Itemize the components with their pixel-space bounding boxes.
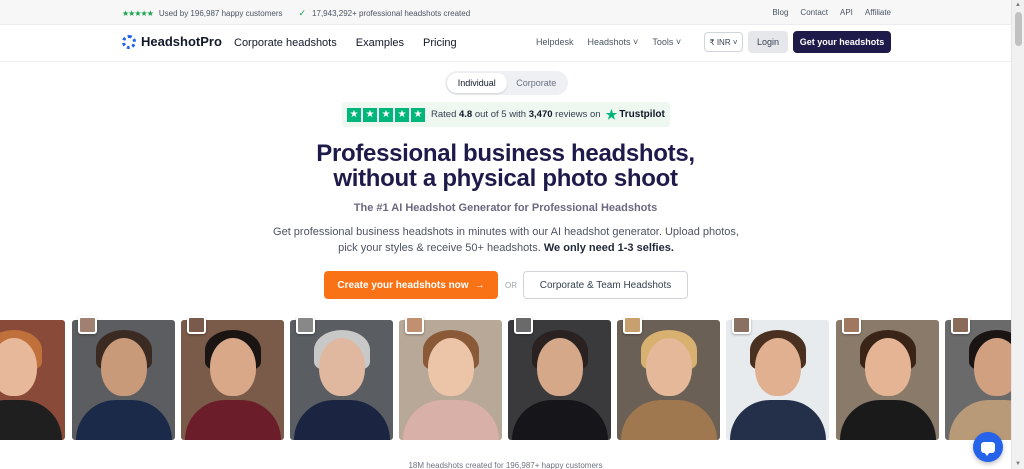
get-headshots-button[interactable]: Get your headshots xyxy=(793,31,891,53)
selfie-thumbnail xyxy=(951,316,970,334)
headshot-gallery xyxy=(0,316,1024,440)
trustpilot-rating[interactable]: ★ ★ ★ ★ ★ Rated 4.8 out of 5 with 3,470 … xyxy=(342,102,670,127)
rating-value: 4.8 xyxy=(459,109,473,120)
or-separator: OR xyxy=(505,281,517,290)
star-icon: ★ xyxy=(363,107,377,122)
title-line-2: without a physical photo shoot xyxy=(333,165,678,192)
headshot-photo xyxy=(72,320,175,440)
photo-face xyxy=(427,338,474,396)
affiliate-link[interactable]: Affiliate xyxy=(865,8,891,17)
customers-count: Used by 196,987 happy customers xyxy=(158,9,283,18)
create-headshots-button[interactable]: Create your headshots now → xyxy=(324,271,498,299)
social-proof: ★★★★★ Used by 196,987 happy customers ✓ … xyxy=(122,8,470,19)
title-line-1: Professional business headshots, xyxy=(316,140,695,167)
photo-face xyxy=(754,338,801,396)
nav-headshots-dropdown[interactable]: Headshots ˅ xyxy=(588,37,639,47)
scroll-thumb[interactable] xyxy=(1015,12,1022,46)
photo-face xyxy=(536,338,583,396)
arrow-right-icon: → xyxy=(474,279,485,291)
star-icon: ★ xyxy=(395,107,409,122)
toggle-corporate[interactable]: Corporate xyxy=(507,73,567,93)
out-of-label: out of 5 with xyxy=(474,109,527,120)
currency-select[interactable]: ₹ INR ˅ xyxy=(704,32,743,52)
star-icon: ★ xyxy=(347,107,361,122)
check-icon: ✓ xyxy=(298,8,307,18)
reviews-count: 3,470 xyxy=(528,109,553,120)
rating-stars-icon: ★★★★★ xyxy=(122,9,154,18)
nav-helpdesk[interactable]: Helpdesk xyxy=(536,37,574,47)
scroll-up-arrow-icon[interactable]: ▲ xyxy=(1015,2,1021,8)
top-links: Blog Contact API Affiliate xyxy=(772,8,891,17)
selfie-thumbnail xyxy=(623,316,642,334)
toggle-individual[interactable]: Individual xyxy=(447,73,507,93)
selfie-thumbnail xyxy=(732,316,751,334)
headshots-created: 17,943,292+ professional headshots creat… xyxy=(312,9,471,18)
scroll-down-arrow-icon[interactable]: ▼ xyxy=(1015,461,1021,467)
selfie-thumbnail xyxy=(842,316,861,334)
trustpilot-brand: Trustpilot xyxy=(619,109,665,120)
nav-pricing[interactable]: Pricing xyxy=(423,37,457,49)
selfie-thumbnail xyxy=(405,316,424,334)
blog-link[interactable]: Blog xyxy=(772,8,788,17)
headshot-photo xyxy=(0,320,65,440)
trustpilot-star-icon: ★ xyxy=(605,106,618,122)
hero-description: Get professional business headshots in m… xyxy=(270,224,742,256)
top-announcement-bar: ★★★★★ Used by 196,987 happy customers ✓ … xyxy=(0,0,1011,25)
photo-face xyxy=(318,338,365,396)
reviews-on-label: reviews on xyxy=(555,109,601,120)
selfie-thumbnail xyxy=(296,316,315,334)
page-title: Professional business headshots, without… xyxy=(0,141,1011,191)
headshot-photo xyxy=(617,320,720,440)
selfie-thumbnail xyxy=(514,316,533,334)
audience-toggle: Individual Corporate xyxy=(445,71,568,95)
login-button[interactable]: Login xyxy=(748,31,788,53)
main-nav: HeadshotPro Corporate headshots Examples… xyxy=(0,25,1011,62)
trustpilot-stars: ★ ★ ★ ★ ★ xyxy=(347,107,425,122)
star-icon: ★ xyxy=(379,107,393,122)
page-scrollbar[interactable]: ▲ ▼ xyxy=(1011,0,1024,469)
logo[interactable]: HeadshotPro xyxy=(122,34,222,49)
headshot-photo xyxy=(399,320,502,440)
trustpilot-logo: ★ Trustpilot xyxy=(606,107,665,123)
page-subtitle: The #1 AI Headshot Generator for Profess… xyxy=(353,202,658,214)
nav-tools-dropdown[interactable]: Tools ˅ xyxy=(652,37,681,47)
photo-face xyxy=(864,338,911,396)
headshots-stat: 18M headshots created for 196,987+ happy… xyxy=(408,461,603,469)
create-headshots-label: Create your headshots now xyxy=(337,279,469,291)
corporate-team-button[interactable]: Corporate & Team Headshots xyxy=(523,271,688,299)
headshot-photo xyxy=(290,320,393,440)
api-link[interactable]: API xyxy=(840,8,853,17)
logo-icon xyxy=(122,34,136,49)
photo-face xyxy=(100,338,147,396)
headshot-photo xyxy=(726,320,829,440)
headshot-photo xyxy=(508,320,611,440)
photo-face xyxy=(209,338,256,396)
photo-face xyxy=(645,338,692,396)
star-icon: ★ xyxy=(411,107,425,122)
nav-examples[interactable]: Examples xyxy=(356,37,404,49)
chat-widget-button[interactable] xyxy=(973,432,1003,462)
logo-text: HeadshotPro xyxy=(141,34,222,49)
headshot-photo xyxy=(181,320,284,440)
description-emphasis: We only need 1-3 selfies. xyxy=(543,242,674,254)
chat-icon xyxy=(981,441,995,456)
rated-label: Rated xyxy=(431,109,457,120)
primary-nav-links: Corporate headshots Examples Pricing xyxy=(234,37,457,49)
headshot-photo xyxy=(836,320,939,440)
selfie-thumbnail xyxy=(78,316,97,334)
secondary-nav-links: Helpdesk Headshots ˅ Tools ˅ xyxy=(536,37,681,47)
selfie-thumbnail xyxy=(187,316,206,334)
nav-corporate-headshots[interactable]: Corporate headshots xyxy=(234,37,337,49)
contact-link[interactable]: Contact xyxy=(800,8,828,17)
